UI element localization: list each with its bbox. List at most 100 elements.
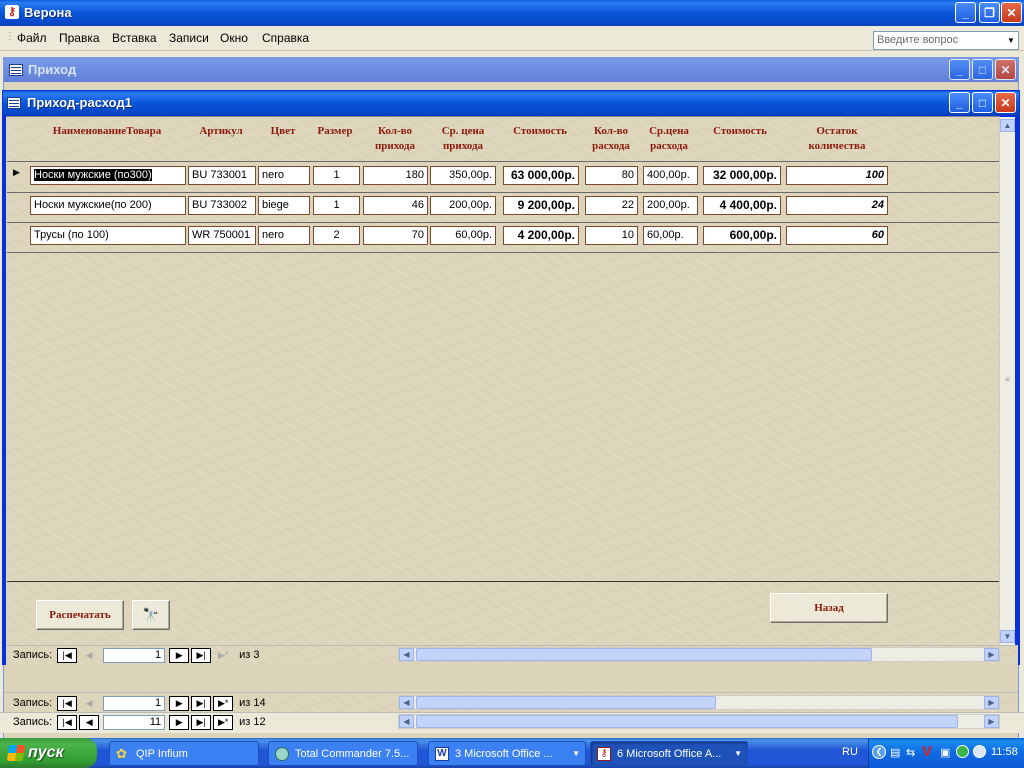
update-icon[interactable] (956, 745, 969, 758)
antivirus-icon[interactable]: V (922, 743, 932, 760)
scroll-thumb[interactable] (416, 648, 872, 661)
prev-record-button[interactable]: ◀ (79, 714, 100, 730)
cell-color[interactable]: nero (258, 226, 310, 245)
cell-name[interactable]: Носки мужские(по 200) (30, 196, 186, 215)
close-button[interactable]: ✕ (1001, 2, 1022, 23)
cell-price-out[interactable]: 200,00р. (643, 196, 698, 215)
last-record-button[interactable]: ▶| (191, 695, 212, 711)
cell-cost-in[interactable]: 4 200,00р. (503, 226, 579, 245)
cell-price-in[interactable]: 350,00р. (430, 166, 496, 185)
menu-records[interactable]: Записи (169, 31, 209, 45)
cell-article[interactable]: WR 750001 (188, 226, 256, 245)
menu-edit[interactable]: Правка (59, 31, 100, 45)
ask-question-box[interactable]: Введите вопрос ▼ (873, 31, 1019, 50)
prihod-minimize-button[interactable]: _ (949, 59, 970, 80)
cell-qty-out[interactable]: 22 (585, 196, 638, 215)
tray-expand-icon[interactable]: ❮ (872, 745, 886, 759)
form-maximize-button[interactable]: □ (972, 92, 993, 113)
new-record-button[interactable]: ▶* (213, 714, 234, 730)
clock-icon[interactable] (973, 745, 986, 758)
table-row[interactable]: Трусы (по 100) WR 750001 nero 2 70 60,00… (7, 223, 999, 252)
language-indicator[interactable]: RU (842, 746, 858, 758)
first-record-button[interactable]: |◀ (57, 714, 78, 730)
back-button[interactable]: Назад (770, 593, 888, 623)
cell-qty-in[interactable]: 180 (363, 166, 428, 185)
scroll-right-arrow[interactable]: ▶ (984, 648, 999, 661)
cell-color[interactable]: biege (258, 196, 310, 215)
monitor-icon[interactable]: ▣ (940, 746, 950, 759)
scroll-thumb[interactable] (416, 715, 958, 728)
next-record-button[interactable]: ▶ (169, 695, 190, 711)
record-number-input[interactable]: 11 (103, 714, 166, 730)
scroll-left-arrow[interactable]: ◀ (399, 696, 414, 709)
cell-cost-out[interactable]: 4 400,00р. (703, 196, 781, 215)
cell-qty-out[interactable]: 80 (585, 166, 638, 185)
scroll-left-arrow[interactable]: ◀ (399, 648, 414, 661)
table-row[interactable]: ▶ Носки мужские (по300) BU 733001 nero 1… (7, 162, 999, 192)
restore-button[interactable]: ❐ (979, 2, 1000, 23)
scroll-down-arrow[interactable]: ▼ (1000, 630, 1015, 643)
next-record-button[interactable]: ▶ (169, 714, 190, 730)
clock-time[interactable]: 11:58 (991, 746, 1018, 758)
taskbar-total-commander[interactable]: Total Commander 7.5... (268, 741, 418, 766)
horizontal-scrollbar-outer[interactable]: ◀ ▶ (398, 714, 1000, 729)
menu-help[interactable]: Справка (262, 31, 309, 45)
cell-cost-in[interactable]: 9 200,00р. (503, 196, 579, 215)
cell-article[interactable]: BU 733001 (188, 166, 256, 185)
vertical-scrollbar[interactable]: ▲ ≡ ▼ (999, 117, 1015, 646)
prev-record-button[interactable]: ◀ (79, 696, 99, 711)
new-record-button[interactable]: ▶* (213, 695, 234, 711)
cell-color[interactable]: nero (258, 166, 310, 185)
cell-name[interactable]: Трусы (по 100) (30, 226, 186, 245)
prihod-close-button[interactable]: ✕ (995, 59, 1016, 80)
start-button[interactable]: пуск (0, 738, 97, 768)
keyboard-icon[interactable]: ▤ (890, 746, 900, 759)
cell-cost-in[interactable]: 63 000,00р. (503, 166, 579, 185)
record-number-input[interactable]: 1 (103, 695, 166, 711)
cell-price-out[interactable]: 60,00р. (643, 226, 698, 245)
form-close-button[interactable]: ✕ (995, 92, 1016, 113)
taskbar-access-group[interactable]: ⚷ 6 Microsoft Office A... ▼ (590, 741, 748, 766)
chevron-down-icon[interactable]: ▼ (1004, 32, 1018, 49)
minimize-button[interactable]: _ (955, 2, 976, 23)
cell-remain[interactable]: 100 (786, 166, 888, 185)
taskbar-qip[interactable]: ✿ QIP Infium (109, 741, 259, 766)
scroll-left-arrow[interactable]: ◀ (399, 715, 414, 728)
form-minimize-button[interactable]: _ (949, 92, 970, 113)
cell-qty-in[interactable]: 70 (363, 226, 428, 245)
prihod-maximize-button[interactable]: □ (972, 59, 993, 80)
cell-price-out[interactable]: 400,00р. (643, 166, 698, 185)
cell-remain[interactable]: 24 (786, 196, 888, 215)
first-record-button[interactable]: |◀ (57, 695, 78, 711)
scroll-thumb[interactable] (416, 696, 716, 709)
cell-price-in[interactable]: 200,00р. (430, 196, 496, 215)
cell-size[interactable]: 2 (313, 226, 360, 245)
cell-size[interactable]: 1 (313, 166, 360, 185)
first-record-button[interactable]: |◀ (57, 647, 78, 663)
scroll-right-arrow[interactable]: ▶ (984, 696, 999, 709)
horizontal-scrollbar-inner[interactable]: ◀ ▶ (398, 647, 1000, 662)
taskbar-word-group[interactable]: W 3 Microsoft Office ... ▼ (428, 741, 586, 766)
cell-cost-out[interactable]: 32 000,00р. (703, 166, 781, 185)
cell-size[interactable]: 1 (313, 196, 360, 215)
last-record-button[interactable]: ▶| (191, 647, 212, 663)
prev-record-button[interactable]: ◀ (79, 648, 99, 663)
next-record-button[interactable]: ▶ (169, 647, 190, 663)
last-record-button[interactable]: ▶| (191, 714, 212, 730)
cell-article[interactable]: BU 733002 (188, 196, 256, 215)
find-button[interactable]: 🔭 (132, 600, 170, 630)
record-number-input[interactable]: 1 (103, 647, 166, 663)
menu-file[interactable]: Файл (17, 31, 47, 45)
print-button[interactable]: Распечатать (36, 600, 124, 630)
menu-insert[interactable]: Вставка (112, 31, 157, 45)
new-record-button[interactable]: ▶* (213, 648, 233, 663)
table-row[interactable]: Носки мужские(по 200) BU 733002 biege 1 … (7, 193, 999, 222)
cell-remain[interactable]: 60 (786, 226, 888, 245)
horizontal-scrollbar-middle[interactable]: ◀ ▶ (398, 695, 1000, 710)
cell-cost-out[interactable]: 600,00р. (703, 226, 781, 245)
menu-window[interactable]: Окно (220, 31, 248, 45)
cell-name[interactable]: Носки мужские (по300) (30, 166, 186, 185)
scroll-right-arrow[interactable]: ▶ (984, 715, 999, 728)
network-icon[interactable]: ⇆ (906, 746, 915, 759)
scroll-up-arrow[interactable]: ▲ (1000, 119, 1015, 132)
